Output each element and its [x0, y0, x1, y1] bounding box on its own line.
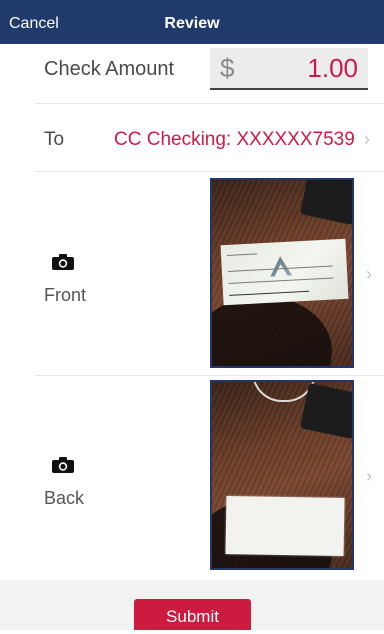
nav-bar: Cancel Review [0, 0, 384, 44]
front-check-photo[interactable] [210, 178, 354, 368]
row-divider [35, 171, 384, 172]
back-label: Back [44, 488, 85, 508]
check-amount-label: Check Amount [44, 58, 175, 80]
chevron-right-icon[interactable]: › [366, 466, 372, 487]
back-check-photo[interactable] [210, 380, 354, 570]
row-divider [35, 103, 384, 104]
deposit-account-selector[interactable]: CC Checking: XXXXXX7539 [114, 129, 355, 151]
check-amount-field[interactable]: $ 1.00 [210, 48, 368, 90]
camera-icon [52, 254, 74, 270]
bank-logo-icon [269, 256, 292, 277]
check-line [227, 265, 333, 272]
currency-symbol: $ [220, 53, 235, 83]
chevron-right-icon[interactable]: › [366, 264, 372, 285]
submit-button[interactable]: Submit [134, 599, 251, 630]
page-title: Review [164, 15, 220, 32]
check-back-image [225, 495, 345, 557]
front-label: Front [44, 285, 87, 305]
check-line [228, 277, 334, 284]
check-line [229, 290, 310, 296]
check-front-image [220, 238, 349, 306]
deposit-to-label: To [44, 129, 65, 150]
camera-icon [52, 457, 74, 473]
check-line [227, 253, 258, 256]
row-divider [35, 375, 384, 376]
chevron-right-icon[interactable]: › [364, 129, 370, 150]
check-amount-value: 1.00 [307, 53, 358, 83]
